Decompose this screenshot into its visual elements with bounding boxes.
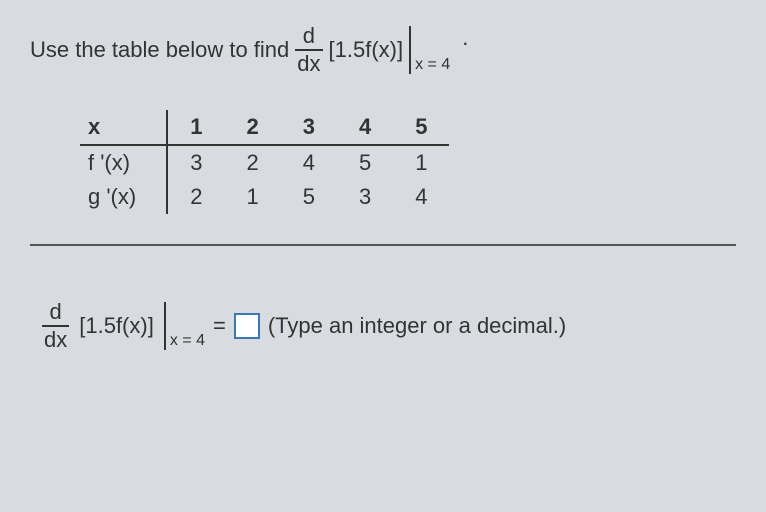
- table-header-row: x 1 2 3 4 5: [80, 110, 449, 145]
- evaluation-bar: x = 4: [409, 26, 450, 74]
- evaluation-bar-answer: x = 4: [164, 302, 205, 350]
- table-row: g '(x) 2 1 5 3 4: [80, 180, 449, 214]
- section-divider: [30, 244, 736, 246]
- evaluation-point-answer: x = 4: [170, 332, 205, 350]
- evaluation-point: x = 4: [415, 56, 450, 74]
- answer-input[interactable]: [234, 313, 260, 339]
- vertical-bar-icon: [164, 302, 166, 350]
- answer-row: d dx [1.5f(x)] x = 4 = (Type an integer …: [40, 301, 736, 351]
- frac-denominator-answer: dx: [42, 325, 69, 351]
- cell: 2: [224, 145, 280, 180]
- derivative-operator: d dx: [295, 25, 322, 75]
- row-label-gprime: g '(x): [80, 180, 167, 214]
- answer-hint: (Type an integer or a decimal.): [268, 313, 566, 339]
- cell: 3: [337, 180, 393, 214]
- prompt-lead-text: Use the table below to find: [30, 37, 289, 63]
- frac-denominator: dx: [295, 49, 322, 75]
- vertical-bar-icon: [409, 26, 411, 74]
- equals-sign: =: [213, 313, 226, 339]
- bracket-expression: [1.5f(x)]: [329, 37, 404, 63]
- cell: 1: [393, 145, 449, 180]
- header-col-5: 5: [393, 110, 449, 145]
- cell: 2: [167, 180, 224, 214]
- frac-numerator-answer: d: [48, 301, 64, 325]
- period-mark: .: [462, 25, 468, 51]
- row-label-fprime: f '(x): [80, 145, 167, 180]
- problem-prompt: Use the table below to find d dx [1.5f(x…: [30, 25, 736, 75]
- cell: 5: [281, 180, 337, 214]
- header-col-2: 2: [224, 110, 280, 145]
- data-table-container: x 1 2 3 4 5 f '(x) 3 2 4 5 1 g '(x) 2 1 …: [80, 110, 736, 214]
- bracket-expression-answer: [1.5f(x)]: [79, 313, 154, 339]
- header-col-3: 3: [281, 110, 337, 145]
- derivative-operator-answer: d dx: [42, 301, 69, 351]
- cell: 3: [167, 145, 224, 180]
- function-values-table: x 1 2 3 4 5 f '(x) 3 2 4 5 1 g '(x) 2 1 …: [80, 110, 449, 214]
- cell: 5: [337, 145, 393, 180]
- header-col-4: 4: [337, 110, 393, 145]
- cell: 1: [224, 180, 280, 214]
- cell: 4: [393, 180, 449, 214]
- header-col-1: 1: [167, 110, 224, 145]
- cell: 4: [281, 145, 337, 180]
- table-row: f '(x) 3 2 4 5 1: [80, 145, 449, 180]
- header-x: x: [80, 110, 167, 145]
- frac-numerator: d: [301, 25, 317, 49]
